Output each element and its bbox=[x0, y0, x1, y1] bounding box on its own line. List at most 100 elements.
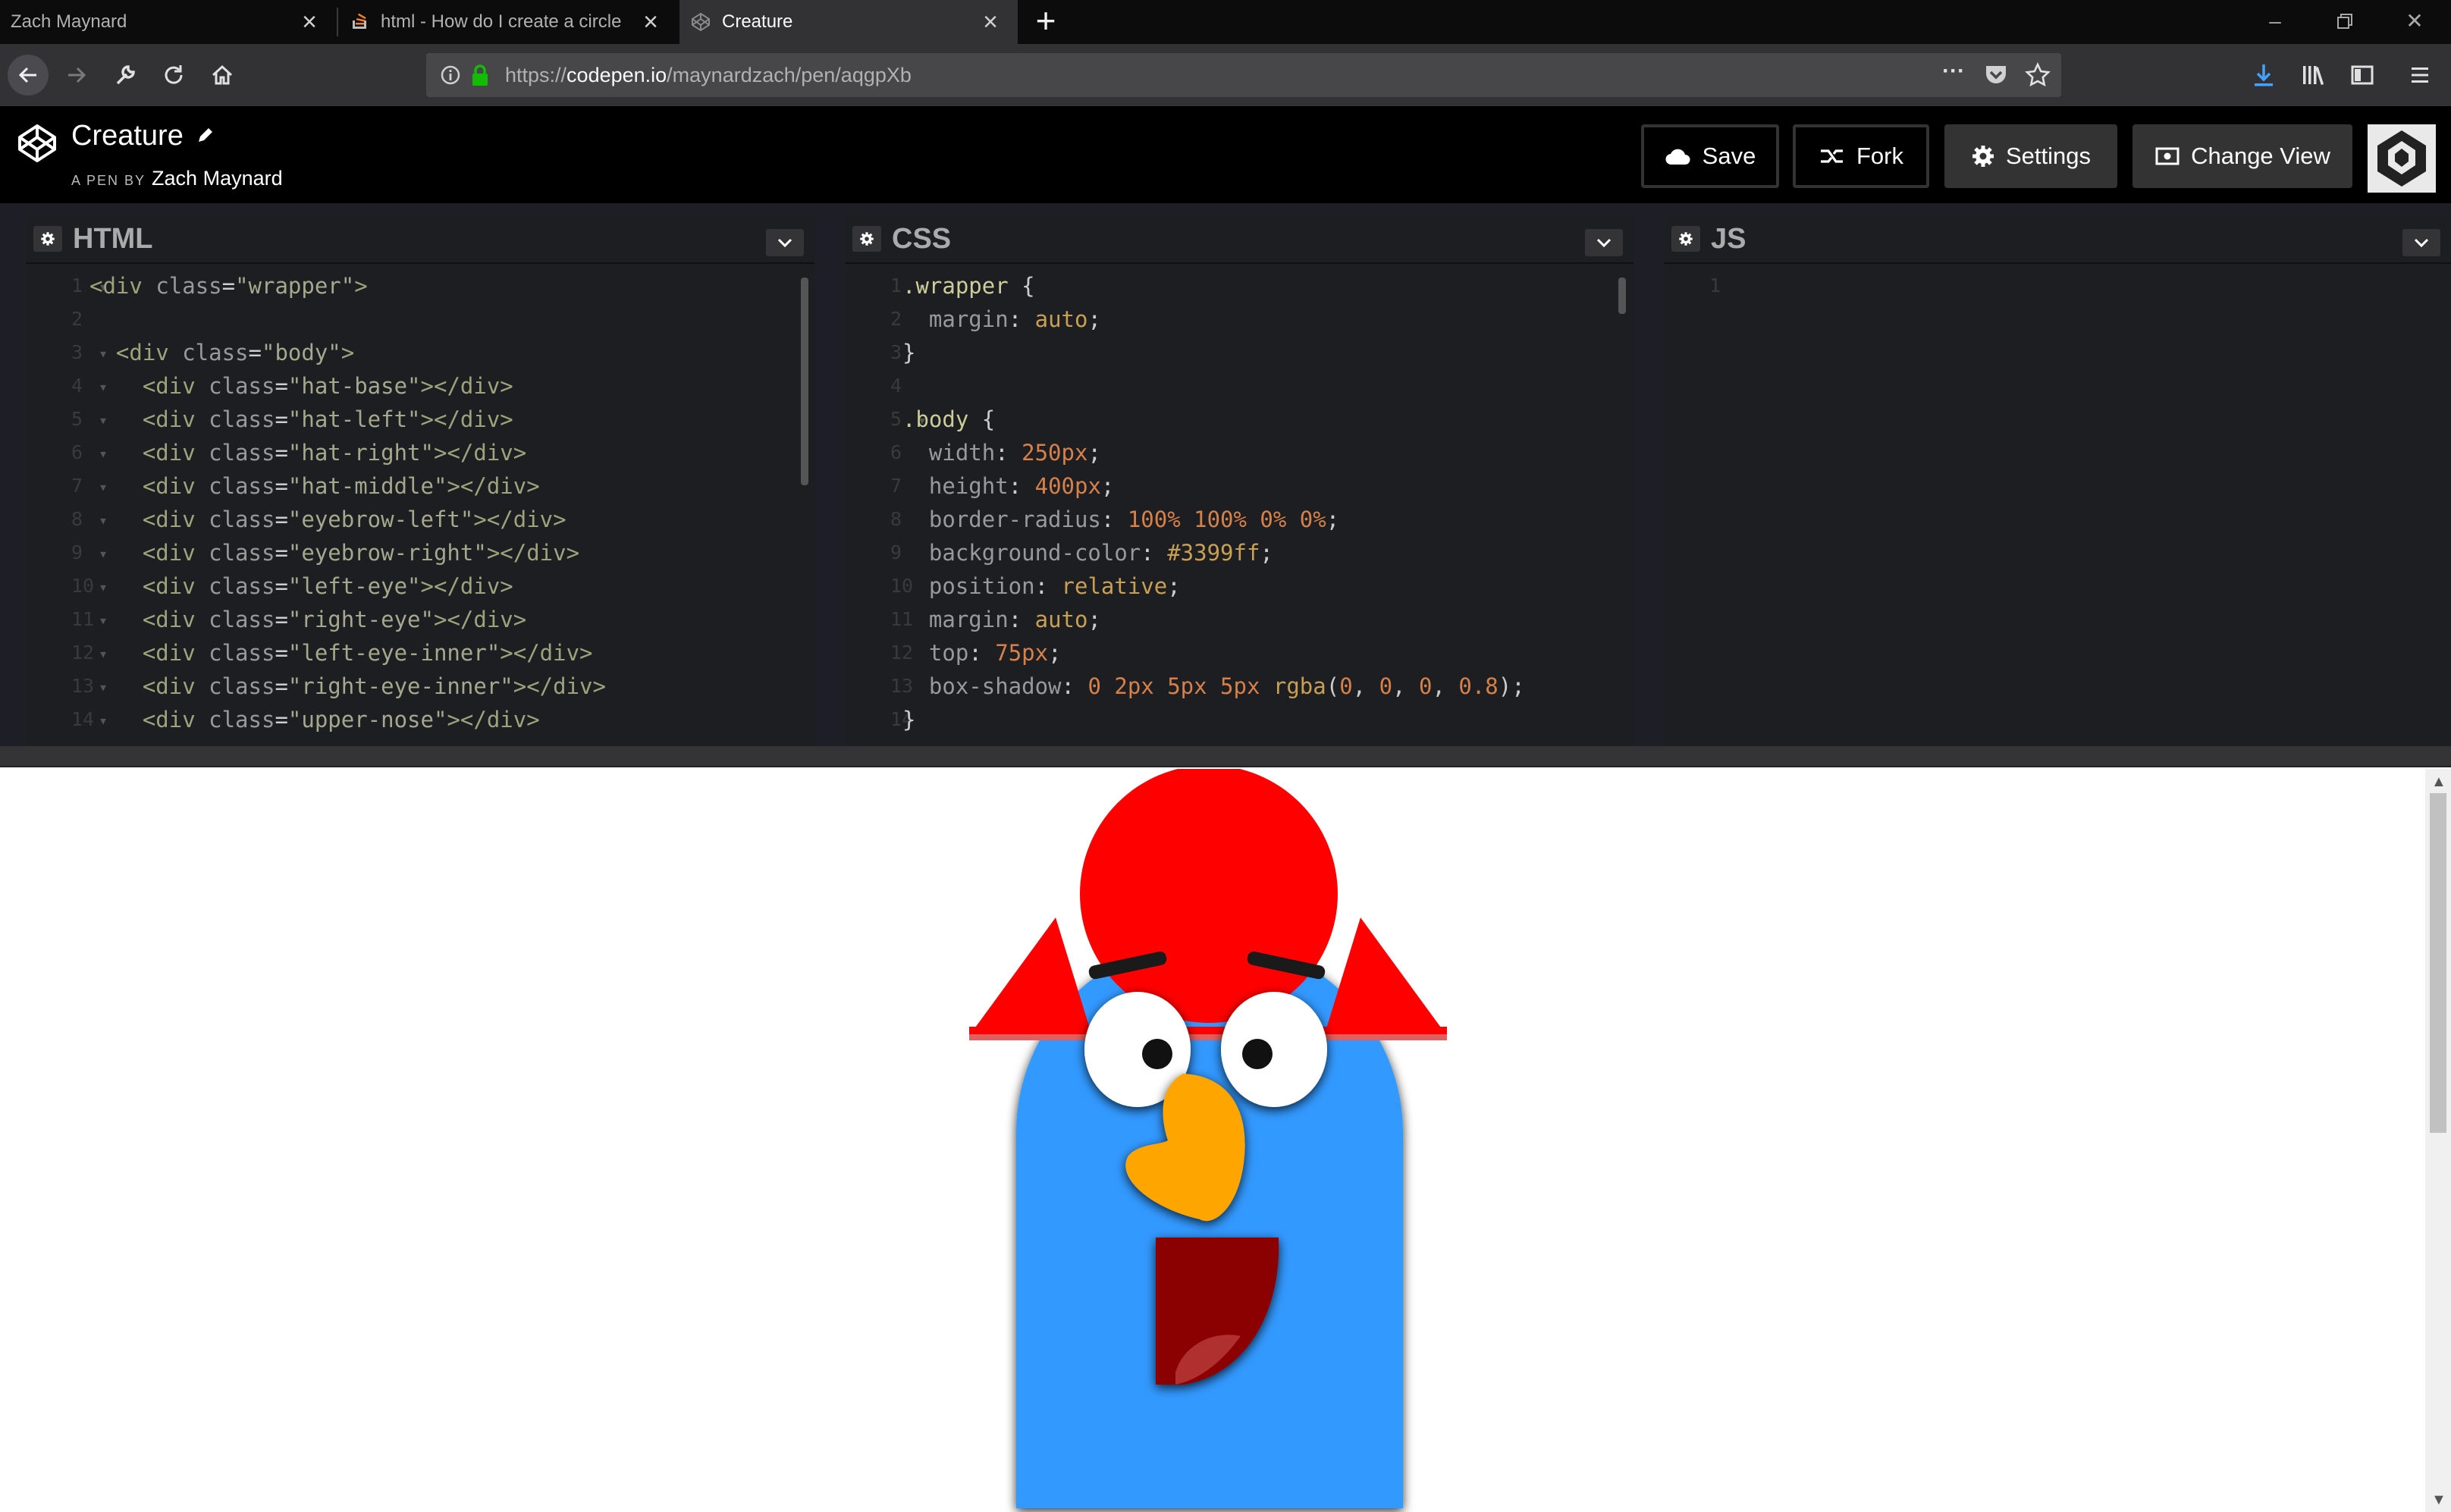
minimize-icon[interactable]: – bbox=[2260, 6, 2290, 36]
line-number: 7 bbox=[890, 475, 902, 497]
tab-title: Zach Maynard bbox=[11, 11, 127, 32]
edit-pencil-icon[interactable] bbox=[196, 125, 215, 145]
preview-resize-bar[interactable] bbox=[0, 746, 2451, 767]
code-token: 400px bbox=[1034, 473, 1101, 499]
home-button[interactable] bbox=[205, 58, 240, 93]
change-view-button[interactable]: Change View bbox=[2132, 124, 2352, 188]
code-token: <div bbox=[89, 440, 209, 466]
hamburger-menu-button[interactable] bbox=[2402, 58, 2437, 93]
code-token: class bbox=[209, 373, 275, 399]
line-number: 6 bbox=[890, 441, 902, 463]
code-token: background-color bbox=[902, 540, 1141, 566]
code-token: > bbox=[341, 340, 355, 365]
line-number: 14 bbox=[71, 708, 95, 730]
line-number: 10 bbox=[71, 575, 95, 597]
line-number: 12 bbox=[71, 642, 95, 663]
browser-tab[interactable]: Zach Maynard × bbox=[0, 0, 337, 44]
code-token: position bbox=[902, 573, 1035, 599]
pocket-icon[interactable] bbox=[1984, 64, 2008, 86]
close-tab-icon[interactable]: × bbox=[639, 9, 663, 35]
code-line: .wrapper { bbox=[902, 273, 1035, 299]
js-collapse-button[interactable] bbox=[2402, 229, 2440, 256]
code-token: ></div> bbox=[447, 473, 540, 499]
code-token: margin bbox=[902, 306, 1009, 332]
code-token: ></div> bbox=[420, 573, 513, 599]
scroll-down-icon[interactable]: ▼ bbox=[2431, 1492, 2446, 1509]
fork-label: Fork bbox=[1856, 143, 1903, 169]
page-actions-icon[interactable]: ··· bbox=[1938, 60, 1969, 88]
reload-button[interactable] bbox=[156, 58, 191, 93]
bookmark-star-icon[interactable] bbox=[2025, 62, 2051, 88]
code-token: = bbox=[221, 273, 236, 299]
pen-title[interactable]: Creature bbox=[71, 120, 215, 152]
line-number: 8 bbox=[71, 508, 83, 530]
close-tab-icon[interactable]: × bbox=[297, 9, 322, 35]
code-token: <div bbox=[89, 373, 209, 399]
close-window-icon[interactable]: ✕ bbox=[2399, 6, 2430, 36]
url-text[interactable]: https://codepen.io/maynardzach/pen/aqgpX… bbox=[505, 53, 912, 97]
browser-nav-bar: https://codepen.io/maynardzach/pen/aqgpX… bbox=[0, 44, 2451, 106]
cloud-icon bbox=[1665, 149, 1690, 165]
code-token: ></div> bbox=[473, 507, 566, 532]
pen-author-link[interactable]: Zach Maynard bbox=[152, 167, 283, 190]
code-token: class bbox=[209, 440, 275, 466]
code-token: border-radius bbox=[902, 507, 1101, 532]
code-token: <div bbox=[89, 573, 209, 599]
js-code-area[interactable]: 1 bbox=[1664, 267, 2451, 746]
preview-scrollbar[interactable]: ▲ ▼ bbox=[2425, 769, 2451, 1512]
library-button[interactable] bbox=[2296, 58, 2331, 93]
pen-title-text: Creature bbox=[71, 120, 184, 152]
code-token: = bbox=[248, 340, 262, 365]
code-token: <div bbox=[89, 406, 209, 432]
html-scrollbar[interactable] bbox=[801, 278, 808, 485]
code-token: rgba bbox=[1273, 673, 1326, 699]
close-tab-icon[interactable]: × bbox=[978, 9, 1003, 35]
back-button[interactable] bbox=[8, 55, 49, 96]
html-collapse-button[interactable] bbox=[766, 229, 804, 256]
right-eye-inner bbox=[1242, 1039, 1273, 1069]
css-editor-title: CSS bbox=[892, 223, 952, 255]
browser-tab[interactable]: html - How do I create a circle × bbox=[338, 0, 678, 44]
scroll-up-icon[interactable]: ▲ bbox=[2431, 773, 2446, 791]
user-avatar[interactable] bbox=[2368, 124, 2436, 193]
settings-button[interactable]: Settings bbox=[1944, 124, 2117, 188]
code-token: 250px bbox=[1022, 440, 1088, 466]
code-line: position: relative; bbox=[902, 573, 1181, 599]
code-token: ></div> bbox=[433, 607, 527, 632]
html-settings-button[interactable] bbox=[33, 226, 62, 252]
css-scrollbar[interactable] bbox=[1618, 278, 1626, 314]
css-settings-button[interactable] bbox=[852, 226, 881, 252]
change-view-label: Change View bbox=[2191, 143, 2330, 169]
developer-tools-button[interactable] bbox=[108, 58, 143, 93]
browser-tab-active[interactable]: Creature × bbox=[679, 0, 1018, 44]
code-token: ></div> bbox=[420, 406, 513, 432]
chevron-down-icon bbox=[777, 238, 792, 248]
save-button[interactable]: Save bbox=[1641, 124, 1779, 188]
html-code-area[interactable]: 1 ▾ <div class="wrapper"> 2 3 ▾ <div class="b… bbox=[26, 267, 814, 746]
fork-button[interactable]: Fork bbox=[1793, 124, 1929, 188]
right-eye bbox=[1221, 992, 1327, 1107]
css-editor: CSS 1 ▾ .wrapper {2 margin: auto; 3} 4 5 ▾ .bod… bbox=[845, 214, 1633, 746]
preview-scroll-thumb[interactable] bbox=[2430, 793, 2446, 1133]
downloads-button[interactable] bbox=[2246, 58, 2281, 93]
css-collapse-button[interactable] bbox=[1585, 229, 1623, 256]
code-line: .body { bbox=[902, 406, 995, 432]
forward-button[interactable] bbox=[59, 58, 94, 93]
js-settings-button[interactable] bbox=[1671, 226, 1700, 252]
sidebar-toggle-button[interactable] bbox=[2345, 58, 2380, 93]
code-line: width: 250px; bbox=[902, 440, 1101, 466]
hamburger-menu-icon bbox=[2412, 67, 2428, 83]
editor-area: HTML 1 ▾ <div class="wrapper"> 2 3 ▾ <div cla… bbox=[0, 203, 2451, 746]
code-token: : bbox=[995, 440, 1022, 466]
code-token: ></div> bbox=[447, 707, 540, 732]
code-token: #3399ff bbox=[1167, 540, 1260, 566]
code-token: 0 bbox=[1379, 673, 1393, 699]
restore-icon[interactable] bbox=[2330, 6, 2360, 36]
new-tab-icon[interactable]: + bbox=[1028, 3, 1063, 39]
address-bar[interactable]: https://codepen.io/maynardzach/pen/aqgpX… bbox=[426, 53, 2061, 97]
codepen-logo-icon[interactable] bbox=[17, 123, 58, 164]
info-icon[interactable] bbox=[440, 64, 461, 86]
secure-lock-icon[interactable] bbox=[469, 63, 491, 87]
code-token: : bbox=[1034, 573, 1062, 599]
css-code-area[interactable]: 1 ▾ .wrapper {2 margin: auto; 3} 4 5 ▾ .body {6… bbox=[845, 267, 1633, 746]
